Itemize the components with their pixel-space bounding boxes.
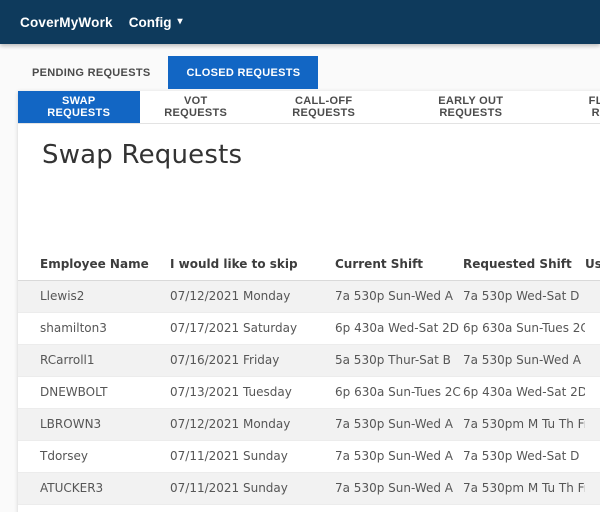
table-cell: 6p 430a Wed-Sat 2D: [463, 385, 585, 399]
table-cell: 07/11/2021 Sunday: [170, 481, 288, 495]
tab-flex-work-requests[interactable]: FLEX WORK REQUESTS: [546, 91, 600, 123]
table-cell: 7a 530pm M Tu Th Fri IN…: [463, 417, 585, 431]
config-menu[interactable]: Config ▾: [129, 15, 183, 30]
tab-call-off-requests[interactable]: CALL-OFF REQUESTS: [252, 91, 396, 123]
brand-logo: CoverMyWork: [20, 14, 113, 30]
table-row[interactable]: shamilton3 07/17/2021 Saturday 6p 430a Wed…: [18, 312, 600, 344]
tab-early-out-requests[interactable]: EARLY OUT REQUESTS: [395, 91, 546, 123]
table-cell: shamilton3: [40, 321, 107, 335]
page-title: Swap Requests: [42, 140, 243, 170]
table-cell: 6p 630a Sun-Tues 2C: [335, 385, 461, 399]
table-row[interactable]: Llewis2 07/12/2021 Monday 7a 530p Sun-Wed …: [18, 280, 600, 312]
navbar: CoverMyWork Config ▾: [0, 0, 600, 44]
column-header-i-would-like-to-skip: I would like to skip: [170, 248, 335, 281]
table-cell: 7a 530p Sun-Wed A: [335, 449, 453, 463]
caret-down-icon: ▾: [177, 16, 183, 27]
column-header-us: Us: [585, 248, 600, 281]
table-cell: Tdorsey: [40, 449, 88, 463]
table-cell: 07/13/2021 Tuesday: [170, 385, 292, 399]
column-header-current-shift: Current Shift: [335, 248, 463, 281]
table-cell: 7a 530pm M Tu Th Fri IN…: [463, 481, 585, 495]
table-cell: 6p 430a Wed-Sat 2D: [335, 321, 459, 335]
table-cell: 07/17/2021 Saturday: [170, 321, 298, 335]
table-cell: 5a 530p Thur-Sat B: [335, 353, 451, 367]
table-cell: RCarroll1: [40, 353, 95, 367]
table-row[interactable]: DNEWBOLT 07/13/2021 Tuesday 6p 630a Sun-Tu…: [18, 376, 600, 408]
table-cell: 07/16/2021 Friday: [170, 353, 280, 367]
table-cell: 7a 530p Sun-Wed A: [335, 417, 453, 431]
table-row[interactable]: RCarroll1 07/16/2021 Friday 5a 530p Thur-S…: [18, 344, 600, 376]
table-cell: ATUCKER3: [40, 481, 104, 495]
table-header-row: Employee Name I would like to skip Current…: [18, 248, 600, 281]
table-cell: 07/12/2021 Monday: [170, 289, 291, 303]
table-cell: [585, 312, 600, 344]
table-cell: 07/12/2021 Monday: [170, 417, 291, 431]
table-cell: [585, 280, 600, 312]
table-cell: 6p 630a Sun-Tues 2C: [463, 321, 585, 335]
table-cell: 7a 530p Sun-Wed A: [335, 481, 453, 495]
table-cell: [585, 344, 600, 376]
table-cell: [585, 376, 600, 408]
table-cell: 7a 530p Sun-Wed A: [335, 289, 453, 303]
table-cell: Llewis2: [40, 289, 85, 303]
request-type-tabs: SWAP REQUESTS VOT REQUESTS CALL-OFF REQUES…: [18, 91, 600, 124]
table-cell: [585, 472, 600, 504]
column-header-employee-name: Employee Name: [18, 248, 170, 281]
table-cell: [585, 440, 600, 472]
config-menu-label: Config: [128, 14, 172, 30]
table-cell: 7a 530p Wed-Sat D: [463, 289, 580, 303]
content-card: SWAP REQUESTS VOT REQUESTS CALL-OFF REQUES…: [18, 91, 600, 512]
table-cell: 7a 530p Wed-Sat D: [463, 449, 580, 463]
tab-closed-requests[interactable]: CLOSED REQUESTS: [168, 56, 319, 89]
table-row[interactable]: LBROWN3 07/12/2021 Monday 7a 530p Sun-Wed …: [18, 408, 600, 440]
tab-swap-requests[interactable]: SWAP REQUESTS: [18, 91, 140, 123]
table-cell: LBROWN3: [40, 417, 102, 431]
swap-requests-table: Employee Name I would like to skip Current…: [18, 248, 600, 505]
column-header-requested-shift: Requested Shift: [463, 248, 585, 281]
table-row[interactable]: ATUCKER3 07/11/2021 Sunday 7a 530p Sun-Wed…: [18, 472, 600, 504]
tab-pending-requests[interactable]: PENDING REQUESTS: [14, 56, 168, 89]
table-row[interactable]: Tdorsey 07/11/2021 Sunday 7a 530p Sun-Wed …: [18, 440, 600, 472]
tab-vot-requests[interactable]: VOT REQUESTS: [140, 91, 252, 123]
table-cell: [585, 408, 600, 440]
table-cell: DNEWBOLT: [40, 385, 108, 399]
table-cell: 07/11/2021 Sunday: [170, 449, 288, 463]
table-cell: 7a 530p Sun-Wed A: [463, 353, 581, 367]
request-status-tabs: PENDING REQUESTS CLOSED REQUESTS: [14, 56, 600, 89]
